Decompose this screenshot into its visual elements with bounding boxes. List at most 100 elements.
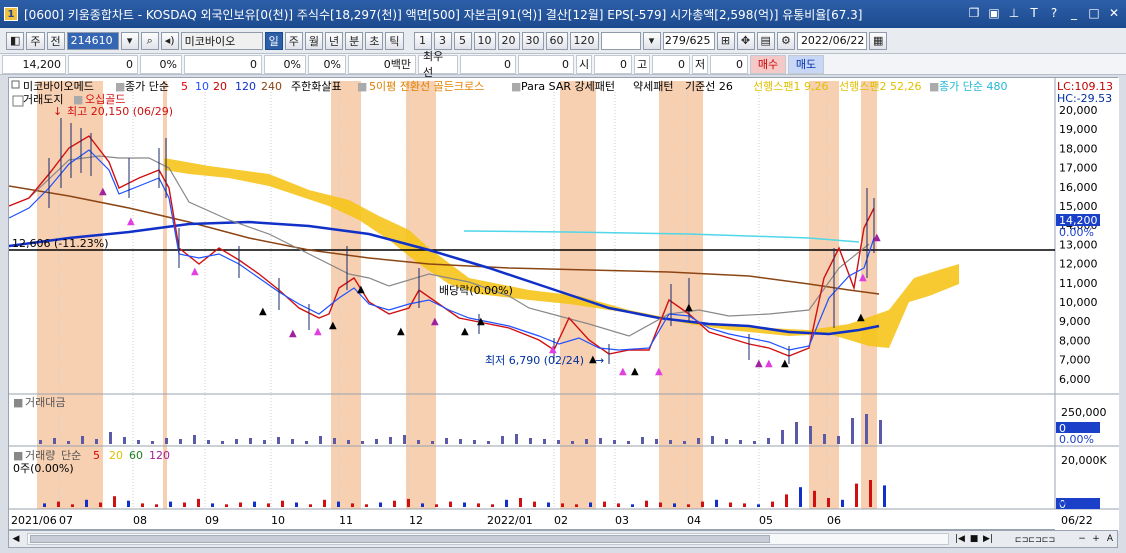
svg-text:▲: ▲ [765,358,773,369]
zoom-tools-icon[interactable]: ⊏⊐⊏⊐⊏⊐ [995,532,1075,546]
bottom-scrollbar[interactable]: ◀ |◀ ■ ▶| ⊏⊐⊏⊐⊏⊐ − + A [8,530,1118,548]
tf-month[interactable]: 월 [304,31,324,50]
price-tick: 13,000 [1059,238,1098,251]
svg-text:■: ■ [511,80,521,93]
chart-area[interactable]: ▲ ▲ ▲ ▲ ▲ ▲ ▲ ▲ ▲ ▲ ▲ ▲ ▲ ▲ ▲ ▲ ▲ ▲ ▲ ▲ ▲ ▲ ▲ ▲ 미코바이… [8,77,1119,531]
zoom-out-icon[interactable]: − [1075,532,1089,546]
svg-text:▲: ▲ [873,232,881,243]
tf-year[interactable]: 년 [325,31,344,50]
date-input[interactable]: 2022/06/22 [796,31,867,50]
open-value: 0 [594,54,632,74]
svg-text:▲: ▲ [631,366,639,377]
save-icon[interactable]: ▤ [756,31,775,50]
interval-1[interactable]: 1 [413,31,432,50]
help-icon[interactable]: ? [1046,5,1062,21]
panel3-tick: 20,000K [1061,454,1107,467]
interval-10[interactable]: 10 [473,31,496,50]
chart-type-icon[interactable]: ◧ [6,31,25,50]
window-title: [0600] 키움종합차트 - KOSDAQ 외국인보유[0(천)] 주식수[1… [24,7,863,22]
price-tick: 16,000 [1059,181,1098,194]
price-tick: 7,000 [1059,354,1091,367]
svg-text:▲: ▲ [431,316,439,327]
font-icon[interactable]: A [1103,532,1117,546]
grid-icon[interactable] [12,95,24,107]
play-icon[interactable]: ▶| [981,532,995,546]
scroll-left-icon[interactable]: ◀ [9,532,23,546]
interval-20[interactable]: 20 [497,31,520,50]
scroll-track[interactable] [27,533,949,545]
interval-3[interactable]: 3 [433,31,452,50]
sound-icon[interactable]: ◂) [160,31,179,50]
calendar-icon[interactable]: ▦ [868,31,888,50]
search-icon[interactable]: ⌕ [140,31,159,50]
chart-svg[interactable]: ▲▲ ▲▲ ▲ ▲ ▲▲ ▲▲ ▲▲ ▲▲ ▲ ▲ ▲▲ ▲ ▲ ▲▲ ▲▲ 미코바이… [8,78,1119,531]
restore-icon[interactable]: ❐ [966,5,982,21]
buy-button[interactable]: 매수 [750,54,786,74]
amount-value: 0백만 [348,54,416,74]
legend-parasar: Para SAR 강세패턴 [521,80,615,93]
pin-icon[interactable]: ⊥ [1006,5,1022,21]
svg-text:▲: ▲ [357,284,365,295]
close-icon[interactable]: ✕ [1106,5,1122,21]
annotation-high: 최고 20,150 (06/29) [67,105,173,118]
tf-week[interactable]: 주 [284,31,303,50]
legend-span1: 선행스팬1 9,26 [753,80,828,93]
panel3-title: 거래량 [25,449,55,462]
time-axis: 2021/06 07 08 09 10 11 12 2022/01 02 03 04 05 06 [11,514,841,527]
tf-tick[interactable]: 틱 [385,31,404,50]
tool-icon[interactable]: ⊞ [716,31,735,50]
interval-60[interactable]: 60 [545,31,568,50]
interval-120[interactable]: 120 [569,31,599,50]
legend-indicator-arrow: 주한화살표 [291,80,342,93]
settings-icon[interactable]: ⚙ [776,31,795,50]
sell-button[interactable]: 매도 [788,54,824,74]
panel2-tick: 250,000 [1061,406,1107,419]
zoom-in-icon[interactable]: + [1089,532,1103,546]
svg-text:▲: ▲ [755,358,763,369]
annotation-low: 최저 6,790 (02/24) [485,354,584,367]
period-select[interactable]: 주 [26,31,45,50]
legend-checkbox[interactable] [11,80,20,89]
crosshair-icon[interactable]: ✥ [736,31,755,50]
legend-ma120: 120 [235,80,256,93]
app-icon: 1 [4,7,18,21]
tf-second[interactable]: 초 [365,31,384,50]
svg-text:■: ■ [929,80,939,93]
svg-text:▲: ▲ [397,326,405,337]
tf-minute[interactable]: 분 [345,31,364,50]
stop-icon[interactable]: ■ [967,532,981,546]
svg-text:↓: ↓ [53,105,62,118]
count-field[interactable]: 279/625 [662,31,715,50]
info-bar: 14,200 0 0% 0 0% 0% 0백만 최우선 0 0 시 0 고 0 … [0,50,1126,79]
prev-button[interactable]: 전 [46,31,65,50]
high-label: 고 [634,54,650,74]
scroll-thumb[interactable] [30,535,770,543]
panel3-ma-label: 단순 [61,449,81,462]
svg-text:→: → [595,354,604,367]
interval-dropdown-icon[interactable]: ▾ [642,31,661,50]
legend-ma-label: 종가 단순 [125,80,169,93]
tf-day[interactable]: 일 [264,31,283,50]
maximize-icon[interactable]: □ [1086,5,1102,21]
custom-interval-input[interactable] [600,31,641,50]
price-tick: 8,000 [1059,334,1091,347]
price-tick: 15,000 [1059,200,1098,213]
annotation-dividend: 배당락(0.00%) [439,284,513,297]
svg-text:▲: ▲ [127,216,135,227]
month-tick: 2022/01 [487,514,533,527]
legend-ma480: 종가 단순 480 [939,80,1007,93]
month-tick: 04 [687,514,701,527]
text-icon[interactable]: T [1026,5,1042,21]
layout-icon[interactable]: ▣ [986,5,1002,21]
svg-text:■: ■ [357,80,367,93]
code-dropdown-icon[interactable]: ▾ [120,31,139,50]
first-icon[interactable]: |◀ [953,532,967,546]
svg-text:▲: ▲ [477,316,485,327]
minimize-icon[interactable]: _ [1066,5,1082,21]
interval-30[interactable]: 30 [521,31,544,50]
bid-value: 0 [460,54,516,74]
panel2-title: 거래대금 [25,396,65,409]
interval-5[interactable]: 5 [453,31,472,50]
stock-code-input[interactable]: 214610 [66,31,119,50]
month-tick: 02 [554,514,568,527]
